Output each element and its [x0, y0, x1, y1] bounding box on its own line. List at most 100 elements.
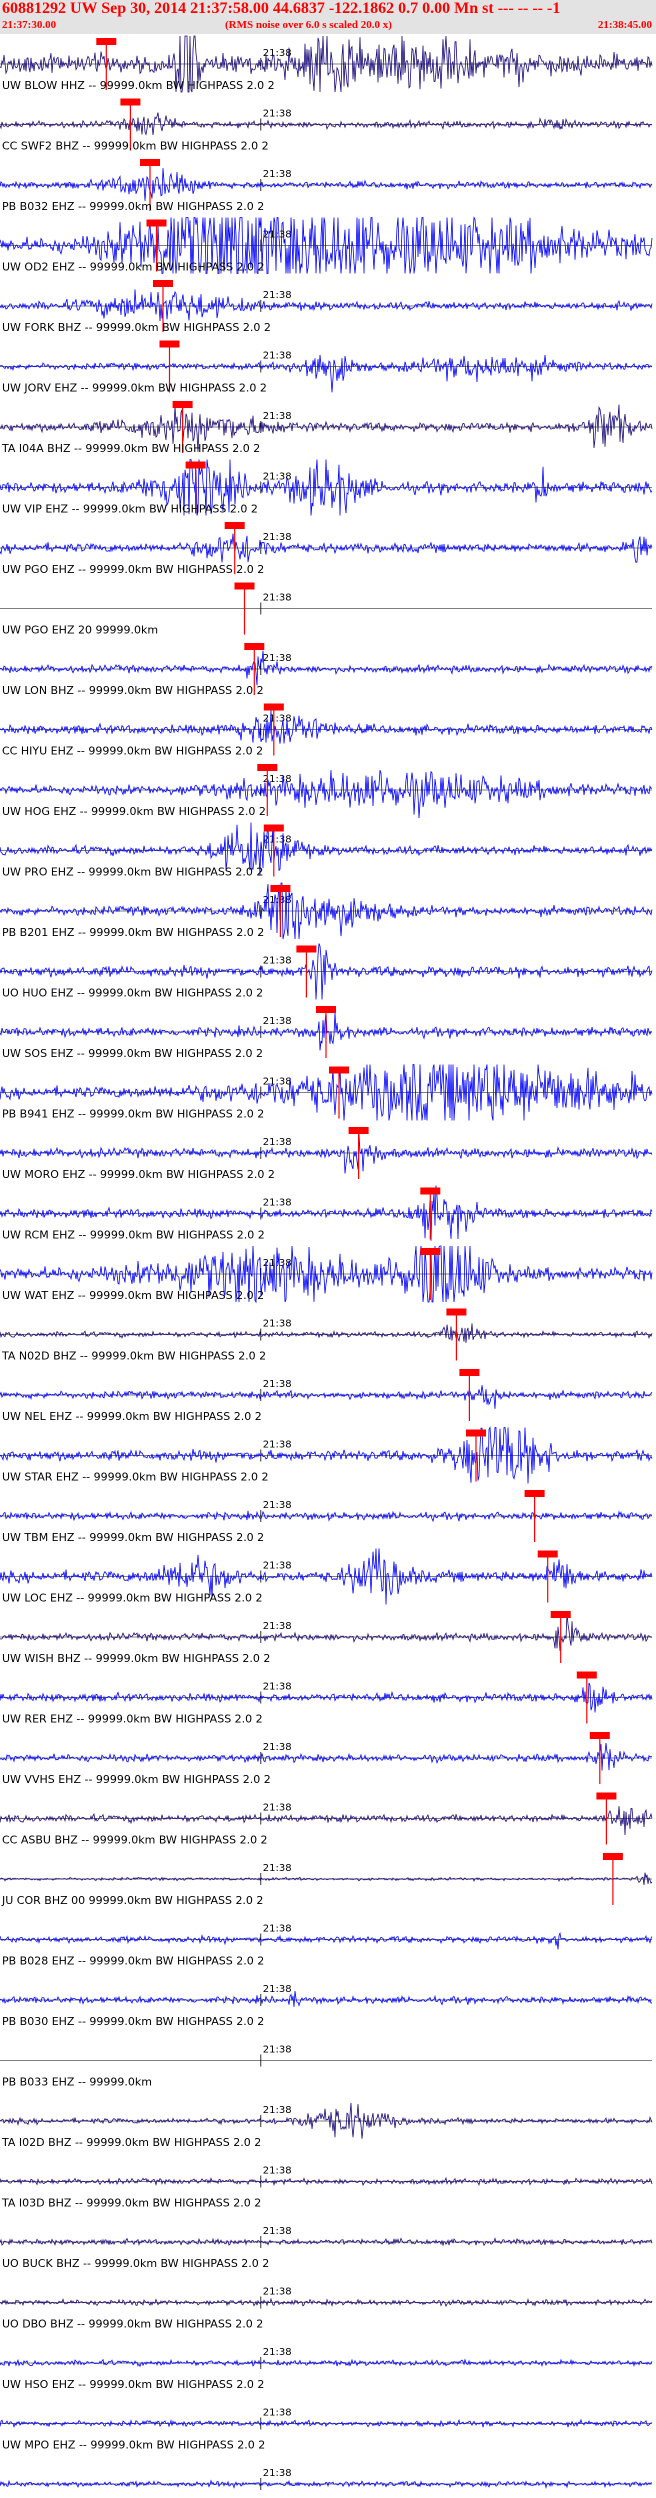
trace-row: 21:38 PB B033 EHZ -- 99999.0km	[0, 2045, 652, 2089]
station-label: UW SOS EHZ -- 99999.0km BW HIGHPASS 2.0 …	[2, 1047, 263, 1060]
trace-row: 21:38 TA I02D BHZ -- 99999.0km BW HIGHPAS…	[0, 2102, 653, 2149]
trace-row: 21:38 UW WISH BHZ -- 99999.0km BW HIGHPAS…	[0, 1611, 653, 1665]
trace-row: 21:38 UW MPO EHZ -- 99999.0km BW HIGHPASS…	[0, 2408, 652, 2452]
station-label: UW LON BHZ -- 99999.0km BW HIGHPASS 2.0 …	[2, 684, 264, 697]
minute-tick-label: 21:38	[263, 351, 292, 362]
waveform	[0, 1323, 653, 1343]
start-time: 21:37:30.00	[2, 19, 57, 31]
trace-row: 21:38UW HOG EHZ -- 99999.0km BW HIGHPASS…	[0, 764, 653, 819]
trace-row: 21:38 UW PGO EHZ -- 99999.0km BW HIGHPASS…	[0, 522, 653, 576]
waveform	[0, 1990, 653, 2007]
minute-tick-label: 21:38	[263, 2045, 292, 2056]
minute-tick-label: 21:38	[263, 2105, 292, 2116]
pick-box	[120, 98, 141, 106]
minute-tick-label: 21:38	[263, 2347, 292, 2358]
trace-row: 21:38 TA N02D BHZ -- 99999.0km BW HIGHPAS…	[0, 1308, 653, 1363]
waveform	[0, 709, 653, 744]
minute-tick-label: 21:38	[263, 532, 292, 543]
trace-row: 21:38UW LON BHZ -- 99999.0km BW HIGHPASS…	[0, 643, 653, 697]
station-label: PB B201 EHZ -- 99999.0km BW HIGHPASS 2.0…	[2, 926, 264, 939]
trace-row: 21:38 TA I03D BHZ -- 99999.0km BW HIGHPAS…	[0, 2166, 653, 2210]
trace-row: 21:38 UW PGO EHZ 20 99999.0km	[0, 582, 652, 637]
station-label: UW OD2 EHZ -- 99999.0km BW HIGHPASS 2.0 …	[2, 261, 265, 274]
minute-tick-label: 21:38	[263, 1198, 292, 1209]
pick-box	[316, 1006, 336, 1013]
station-label: UW HSO EHZ -- 99999.0km BW HIGHPASS 2.0 …	[2, 2378, 264, 2391]
minute-tick-label: 21:38	[263, 1803, 292, 1814]
trace-row: 21:38 UW NEL EHZ -- 99999.0km BW HIGHPASS…	[0, 1369, 653, 1423]
rms-note: (RMS noise over 6.0 s scaled 20.0 x)	[225, 19, 392, 31]
trace-row: 21:38 UO BUCK BHZ -- 99999.0km BW HIGHPAS…	[0, 2226, 653, 2270]
trace-row: 21:38 PB B030 EHZ -- 99999.0km BW HIGHPAS…	[0, 1984, 653, 2028]
station-label: UO BUCK BHZ -- 99999.0km BW HIGHPASS 2.0…	[2, 2257, 269, 2270]
minute-tick-label: 21:38	[263, 1984, 292, 1995]
station-label: UW NEL EHZ -- 99999.0km BW HIGHPASS 2.0 …	[2, 1410, 262, 1423]
pick-box	[153, 280, 173, 287]
trace-row: 21:38 UW TBM EHZ -- 99999.0km BW HIGHPASS…	[0, 1490, 653, 1544]
minute-tick-label: 21:38	[263, 1137, 292, 1148]
station-label: UW FORK BHZ -- 99999.0km BW HIGHPASS 2.0…	[2, 321, 271, 334]
pick-box	[524, 1490, 545, 1497]
trace-row: 21:38PB B941 EHZ -- 99999.0km BW HIGHPAS…	[0, 1064, 653, 1121]
trace-row: 21:38 UW VVHS EHZ -- 99999.0km BW HIGHPAS…	[0, 1732, 653, 1786]
trace-row: 21:38 PB B028 EHZ -- 99999.0km BW HIGHPAS…	[0, 1924, 653, 1968]
minute-tick-label: 21:38	[263, 109, 292, 120]
station-label: UW MORO EHZ -- 99999.0km BW HIGHPASS 2.0…	[2, 1168, 275, 1181]
station-label: CC SWF2 BHZ -- 99999.0km BW HIGHPASS 2.0…	[2, 140, 269, 153]
pick-box	[263, 824, 284, 832]
minute-tick-label: 21:38	[263, 411, 292, 422]
minute-tick-label: 21:38	[263, 1924, 292, 1935]
station-label: UW BLOW HHZ -- 99999.0km BW HIGHPASS 2.0…	[2, 79, 275, 92]
minute-tick-label: 21:38	[263, 48, 292, 59]
minute-tick-label: 21:38	[263, 1016, 292, 1027]
pick-box	[420, 1248, 441, 1255]
station-label: CC ASBU BHZ -- 99999.0km BW HIGHPASS 2.0…	[2, 1834, 268, 1847]
trace-row: 21:38 PB B032 EHZ -- 99999.0km BW HIGHPAS…	[0, 159, 653, 213]
minute-tick-label: 21:38	[263, 1561, 292, 1572]
trace-row: 21:38 UW STAR EHZ -- 99999.0km BW HIGHPAS…	[0, 1426, 653, 1484]
pick-box	[257, 764, 278, 771]
trace-row: 21:38 UW LOC EHZ -- 99999.0km BW HIGHPASS…	[0, 1548, 653, 1605]
trace-row: 21:38UW WAT EHZ -- 99999.0km BW HIGHPASS…	[0, 1245, 653, 1304]
minute-tick-label: 21:38	[263, 956, 292, 967]
minute-tick-label: 21:38	[263, 1379, 292, 1390]
pick-box	[234, 582, 255, 590]
station-label: PB B033 EHZ -- 99999.0km	[2, 2076, 152, 2089]
pick-box	[159, 340, 180, 348]
station-label: TA I02D BHZ -- 99999.0km BW HIGHPASS 2.0…	[1, 2136, 261, 2149]
station-label: PB B028 EHZ -- 99999.0km BW HIGHPASS 2.0…	[2, 1955, 264, 1968]
pick-box	[185, 461, 206, 469]
station-label: UO DBO BHZ -- 99999.0km BW HIGHPASS 2.0 …	[2, 2318, 263, 2331]
trace-row: 21:38 UW OD2 EHZ -- 99999.0km BW HIGHPASS…	[0, 216, 653, 275]
pick-box	[576, 1671, 597, 1679]
waveform	[0, 1806, 653, 1836]
minute-tick-label: 21:38	[263, 1319, 292, 1330]
waveform	[0, 1682, 653, 1713]
station-label: UW VVHS EHZ -- 99999.0km BW HIGHPASS 2.0…	[2, 1773, 271, 1786]
trace-row: 21:38 UW MORO EHZ -- 99999.0km BW HIGHPAS…	[0, 1127, 653, 1181]
pick-box	[550, 1611, 571, 1618]
station-label: PB B941 EHZ -- 99999.0km BW HIGHPASS 2.0…	[2, 1108, 264, 1121]
station-label: UW JORV EHZ -- 99999.0km BW HIGHPASS 2.0…	[2, 382, 267, 395]
trace-row: 21:38 UO DBO BHZ -- 99999.0km BW HIGHPASS…	[0, 2287, 653, 2331]
waveform	[0, 1385, 653, 1409]
station-label: UW STAR EHZ -- 99999.0km BW HIGHPASS 2.0…	[2, 1471, 268, 1484]
pick-box	[348, 1127, 369, 1134]
trace-row: 21:38 UW JORV EHZ -- 99999.0km BW HIGHPAS…	[0, 340, 653, 395]
station-label: UO HUO EHZ -- 99999.0km BW HIGHPASS 2.0 …	[2, 987, 263, 1000]
minute-tick-label: 21:38	[263, 472, 292, 483]
seismogram-plot: 21:38 UW BLOW HHZ -- 99999.0km BW HIGHPAS…	[0, 35, 653, 2490]
trace-row: 21:38CC HIYU EHZ -- 99999.0km BW HIGHPAS…	[0, 703, 653, 758]
trace-row: 21:38PB B201 EHZ -- 99999.0km BW HIGHPAS…	[0, 882, 653, 940]
trace-row: 21:38 JU COR BHZ 00 99999.0km BW HIGHPASS…	[0, 1853, 653, 1907]
minute-tick-label: 21:38	[263, 1500, 292, 1511]
pick-box	[466, 1429, 486, 1437]
pick-box	[146, 219, 167, 227]
minute-tick-label: 21:38	[263, 1440, 292, 1451]
waveform	[0, 1931, 653, 1950]
pick-box	[420, 1187, 441, 1195]
waveform	[0, 2358, 653, 2368]
station-label: UW HOG EHZ -- 99999.0km BW HIGHPASS 2.0 …	[2, 805, 266, 818]
trace-row: 21:38 UO HUO EHZ -- 99999.0km BW HIGHPASS…	[0, 943, 653, 1000]
pick-box	[329, 1066, 349, 1074]
